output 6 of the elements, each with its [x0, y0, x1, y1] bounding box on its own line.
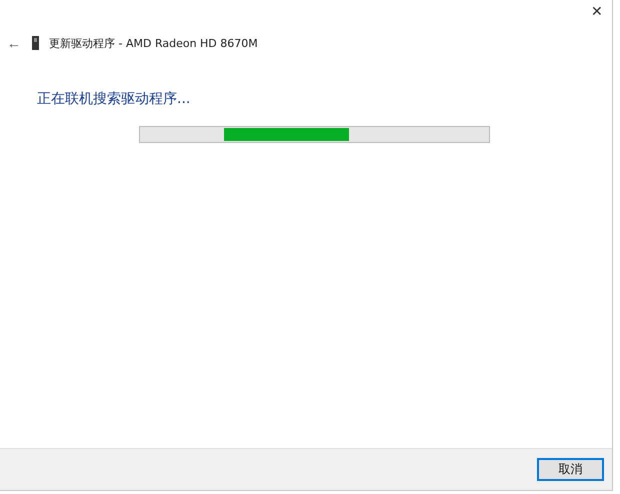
close-button[interactable]: ✕ [582, 0, 612, 22]
cancel-button[interactable]: 取消 [537, 458, 604, 481]
status-text: 正在联机搜索驱动程序... [36, 90, 192, 108]
graphics-card-icon [32, 36, 39, 50]
back-button[interactable]: ← [6, 35, 22, 51]
window-title: 更新驱动程序 - AMD Radeon HD 8670M [49, 36, 258, 50]
